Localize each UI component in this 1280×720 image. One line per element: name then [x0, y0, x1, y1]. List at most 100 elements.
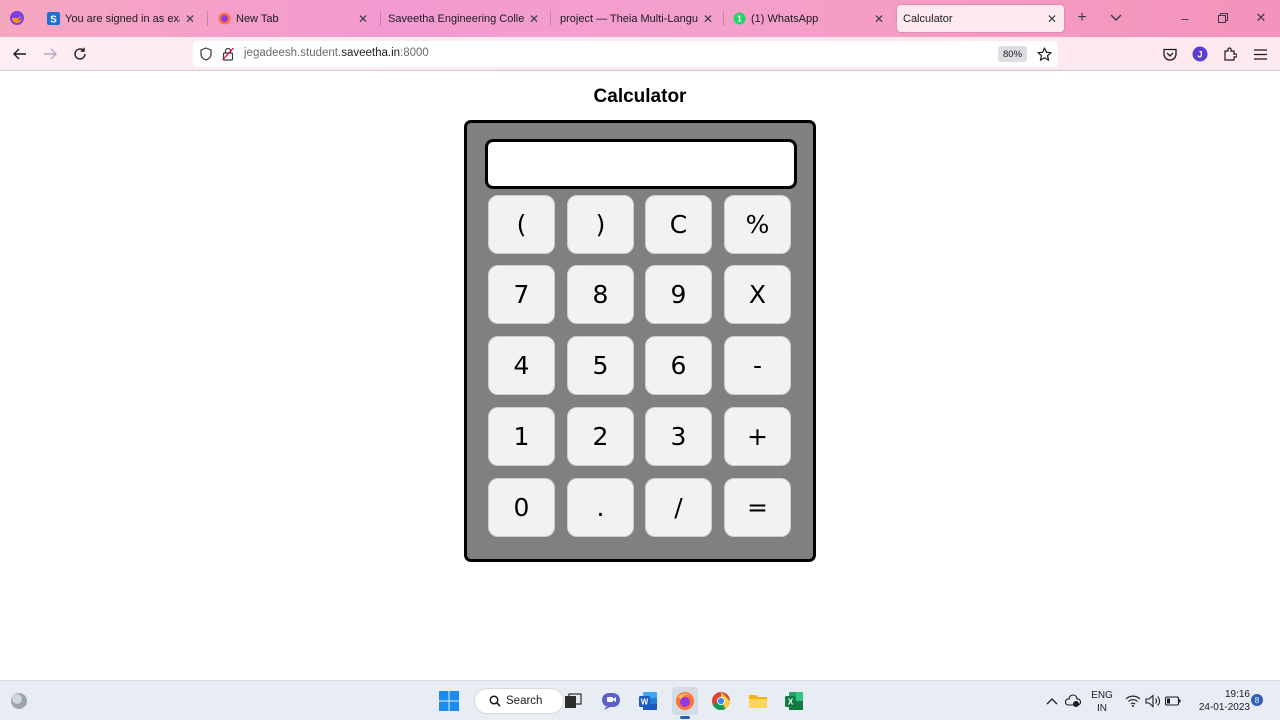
key-equals[interactable]: = — [724, 478, 791, 537]
tab-calculator[interactable]: Calculator ✕ — [897, 5, 1064, 32]
saveetha-s-icon: S — [46, 12, 60, 26]
navigation-toolbar: jegadeesh.student.saveetha.in:8000 80% J — [0, 37, 1280, 71]
reload-icon[interactable] — [69, 44, 91, 64]
notification-count-badge[interactable]: 8 — [1251, 694, 1263, 706]
zoom-level-badge[interactable]: 80% — [998, 46, 1028, 62]
teams-chat-icon[interactable] — [599, 689, 623, 713]
tab-title: Saveetha Engineering College — [388, 12, 524, 25]
tab-title: Calculator — [903, 12, 953, 25]
url-prefix: jegadeesh.student. — [244, 47, 342, 59]
svg-text:1: 1 — [737, 15, 742, 24]
word-app-icon[interactable]: W — [636, 689, 660, 713]
key-4[interactable]: 4 — [488, 336, 555, 395]
key-6[interactable]: 6 — [645, 336, 712, 395]
firefox-active-indicator — [680, 716, 690, 719]
tab-title: (1) WhatsApp — [751, 12, 819, 25]
url-text[interactable]: jegadeesh.student.saveetha.in:8000 — [244, 47, 429, 59]
search-icon — [489, 695, 501, 707]
volume-icon[interactable] — [1143, 689, 1163, 713]
close-tab-icon[interactable]: ✕ — [357, 12, 369, 26]
svg-text:J: J — [1197, 50, 1202, 60]
key-0[interactable]: 0 — [488, 478, 555, 537]
file-explorer-icon[interactable] — [746, 689, 770, 713]
tab-divider — [550, 11, 551, 26]
close-tab-icon[interactable]: ✕ — [528, 12, 540, 26]
onedrive-status-icon[interactable] — [1063, 689, 1083, 713]
tab-theia-project[interactable]: project — Theia Multi-Language ✕ — [554, 5, 720, 32]
key-1[interactable]: 1 — [488, 407, 555, 466]
taskbar: Search W X ENG IN 19:16 24-01-2023 — [0, 680, 1280, 720]
new-tab-plus-icon[interactable]: + — [1073, 9, 1091, 27]
bookmark-star-icon[interactable] — [1035, 45, 1053, 63]
key-percent[interactable]: % — [724, 195, 791, 254]
clock-date: 24-01-2023 — [1198, 702, 1250, 713]
minimize-window-icon[interactable]: – — [1175, 8, 1195, 28]
wifi-icon[interactable] — [1123, 689, 1143, 713]
key-subtract[interactable]: - — [724, 336, 791, 395]
key-7[interactable]: 7 — [488, 265, 555, 324]
weather-widget-icon[interactable] — [7, 689, 31, 713]
tab-saveetha-engineering[interactable]: Saveetha Engineering College ✕ — [382, 5, 546, 32]
pocket-icon[interactable] — [1161, 45, 1179, 63]
tab-title: project — Theia Multi-Language — [560, 12, 698, 25]
whatsapp-icon: 1 — [732, 12, 746, 26]
excel-app-icon[interactable]: X — [782, 689, 806, 713]
task-view-icon[interactable] — [561, 689, 585, 713]
close-window-icon[interactable]: ✕ — [1251, 8, 1271, 28]
key-add[interactable]: + — [724, 407, 791, 466]
region-code: IN — [1097, 703, 1107, 714]
account-avatar-icon[interactable]: J — [1191, 45, 1209, 63]
forward-arrow-icon[interactable] — [39, 44, 61, 64]
url-host: saveetha.in — [341, 47, 401, 59]
key-8[interactable]: 8 — [567, 265, 634, 324]
restore-window-icon[interactable] — [1213, 8, 1233, 28]
page-title: Calculator — [593, 86, 687, 107]
system-clock[interactable]: 19:16 24-01-2023 — [1186, 688, 1250, 714]
key-2[interactable]: 2 — [567, 407, 634, 466]
firefox-menu-icon[interactable] — [8, 9, 26, 27]
language-indicator[interactable]: ENG IN — [1088, 689, 1116, 715]
svg-text:X: X — [788, 698, 794, 707]
tab-title: New Tab — [236, 12, 279, 25]
tracking-shield-icon[interactable] — [198, 46, 214, 62]
tab-signed-in[interactable]: S You are signed in as examu ✕ — [40, 5, 202, 32]
url-port: :8000 — [400, 47, 429, 59]
start-windows-icon[interactable] — [437, 689, 461, 713]
search-label: Search — [506, 695, 543, 707]
key-clear[interactable]: C — [645, 195, 712, 254]
close-tab-icon[interactable]: ✕ — [873, 12, 885, 26]
hamburger-menu-icon[interactable] — [1251, 45, 1269, 63]
calculator-body: ( ) C % 7 8 9 X 4 5 6 - 1 2 3 + 0 . / = — [464, 120, 816, 562]
key-5[interactable]: 5 — [567, 336, 634, 395]
svg-text:W: W — [641, 698, 649, 707]
chrome-app-icon[interactable] — [709, 689, 733, 713]
tab-divider — [380, 11, 381, 26]
close-tab-icon[interactable]: ✕ — [1046, 12, 1058, 26]
show-hidden-icons-chevron-icon[interactable] — [1042, 689, 1062, 713]
key-open-paren[interactable]: ( — [488, 195, 555, 254]
firefox-icon — [217, 12, 231, 26]
taskbar-search-box[interactable]: Search — [474, 688, 564, 714]
insecure-lock-icon[interactable] — [220, 46, 236, 62]
language-code: ENG — [1091, 690, 1113, 701]
close-tab-icon[interactable]: ✕ — [702, 12, 714, 26]
tab-divider — [723, 11, 724, 26]
list-all-tabs-chevron-icon[interactable] — [1107, 9, 1125, 27]
key-3[interactable]: 3 — [645, 407, 712, 466]
address-bar[interactable]: jegadeesh.student.saveetha.in:8000 80% — [193, 41, 1058, 67]
tab-whatsapp[interactable]: 1 (1) WhatsApp ✕ — [726, 5, 891, 32]
back-arrow-icon[interactable] — [9, 44, 31, 64]
tab-new-tab[interactable]: New Tab ✕ — [211, 5, 375, 32]
key-close-paren[interactable]: ) — [567, 195, 634, 254]
tab-divider — [207, 11, 208, 26]
key-9[interactable]: 9 — [645, 265, 712, 324]
key-decimal[interactable]: . — [567, 478, 634, 537]
key-multiply[interactable]: X — [724, 265, 791, 324]
battery-icon[interactable] — [1163, 689, 1183, 713]
firefox-taskbar-icon[interactable] — [672, 687, 698, 715]
calculator-display[interactable] — [485, 139, 797, 189]
extensions-puzzle-icon[interactable] — [1221, 45, 1239, 63]
key-divide[interactable]: / — [645, 478, 712, 537]
close-tab-icon[interactable]: ✕ — [184, 12, 196, 26]
clock-time: 19:16 — [1224, 689, 1250, 700]
